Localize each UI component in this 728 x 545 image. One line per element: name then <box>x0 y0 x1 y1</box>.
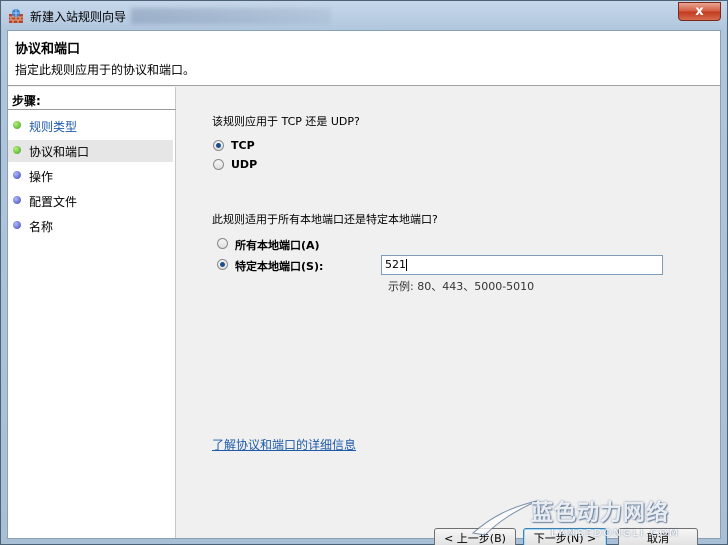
main-panel: 该规则应用于 TCP 还是 UDP? TCP UDP 此规则适用于所有本地端口还… <box>176 87 720 545</box>
step-complete-icon <box>13 146 21 154</box>
page-subtitle: 指定此规则应用于的协议和端口。 <box>15 63 196 77</box>
specific-ports-radio[interactable] <box>217 259 228 270</box>
step-pending-icon <box>13 171 21 179</box>
text-caret <box>406 259 407 271</box>
step-action: 操作 <box>8 165 173 187</box>
ports-example: 示例: 80、443、5000-5010 <box>388 280 535 293</box>
page-title: 协议和端口 <box>15 42 81 57</box>
firewall-icon <box>9 9 23 23</box>
protocol-question: 该规则应用于 TCP 还是 UDP? <box>212 115 360 128</box>
title-bar[interactable]: 新建入站规则向导 x <box>1 1 727 31</box>
step-complete-icon <box>13 121 21 129</box>
next-button[interactable]: 下一步(N) > <box>523 528 607 545</box>
step-pending-icon <box>13 196 21 204</box>
step-label: 操作 <box>29 170 54 184</box>
ports-question: 此规则适用于所有本地端口还是特定本地端口? <box>212 213 438 226</box>
step-pending-icon <box>13 221 21 229</box>
wizard-window: 新建入站规则向导 x 协议和端口 指定此规则应用于的协议和端口。 步骤: 规则类… <box>0 0 728 545</box>
learn-more-link[interactable]: 了解协议和端口的详细信息 <box>212 436 356 453</box>
specific-ports-label[interactable]: 特定本地端口(S): <box>235 258 323 274</box>
back-button[interactable]: < 上一步(B) <box>434 528 516 545</box>
step-label: 规则类型 <box>29 120 78 134</box>
udp-radio[interactable] <box>213 159 224 170</box>
close-button[interactable]: x <box>678 2 721 21</box>
step-label: 协议和端口 <box>29 145 90 159</box>
wizard-client: 协议和端口 指定此规则应用于的协议和端口。 步骤: 规则类型 协议和端口 操作 … <box>7 30 721 545</box>
step-profile: 配置文件 <box>8 190 173 212</box>
step-rule-type[interactable]: 规则类型 <box>8 115 173 137</box>
window-title: 新建入站规则向导 <box>30 10 127 24</box>
specific-ports-input[interactable]: 521 <box>381 255 663 275</box>
tcp-radio[interactable] <box>213 140 224 151</box>
wizard-header: 协议和端口 指定此规则应用于的协议和端口。 <box>8 31 720 86</box>
blurred-title-region <box>131 8 331 24</box>
step-label: 名称 <box>29 220 54 234</box>
steps-divider <box>8 109 176 110</box>
tcp-label[interactable]: TCP <box>231 139 255 152</box>
all-ports-label[interactable]: 所有本地端口(A) <box>235 237 320 253</box>
steps-sidebar: 步骤: 规则类型 协议和端口 操作 配置文件 名称 <box>8 87 176 538</box>
step-protocol-ports[interactable]: 协议和端口 <box>8 140 173 162</box>
udp-label[interactable]: UDP <box>231 158 257 171</box>
step-label: 配置文件 <box>29 195 78 209</box>
step-name: 名称 <box>8 215 173 237</box>
all-ports-radio[interactable] <box>217 238 228 249</box>
steps-heading: 步骤: <box>12 94 41 108</box>
cancel-button[interactable]: 取消 <box>618 528 698 545</box>
port-value: 521 <box>385 258 406 271</box>
